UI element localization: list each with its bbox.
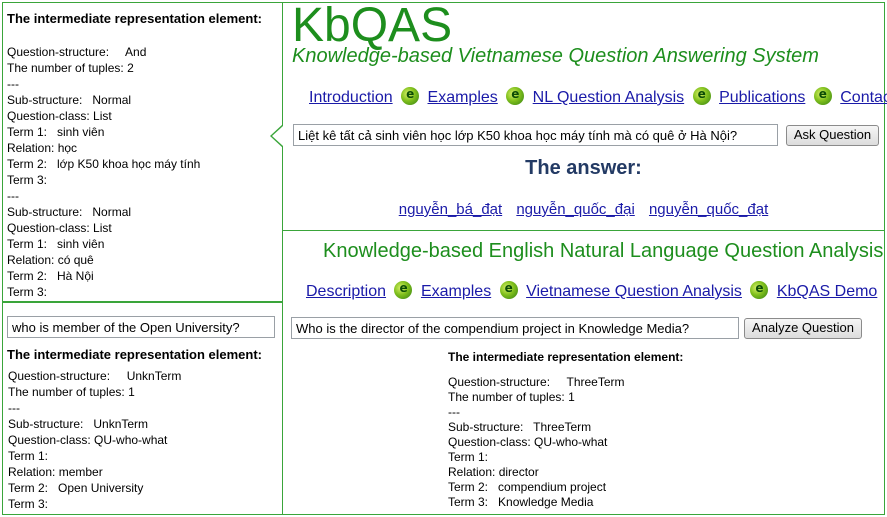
- english-ir-side-panel: who is member of the Open University? Th…: [2, 302, 283, 515]
- e-bullet-icon: [750, 281, 769, 299]
- nav-publications[interactable]: Publications: [719, 89, 805, 106]
- kbqas-nav: Introduction Examples NL Question Analys…: [309, 87, 887, 107]
- question-input[interactable]: Liệt kê tất cả sinh viên học lớp K50 kho…: [293, 124, 778, 146]
- kbqas-subtitle: Knowledge-based Vietnamese Question Answ…: [292, 45, 819, 67]
- answer-list: nguyễn_bá_đạt nguyễn_quốc_đại nguyễn_quố…: [283, 201, 884, 218]
- ask-question-button[interactable]: Ask Question: [786, 125, 879, 146]
- nav-introduction[interactable]: Introduction: [309, 89, 393, 106]
- vietnamese-ir-panel: The intermediate representation element:…: [2, 2, 283, 302]
- nav-nl-question-analysis[interactable]: NL Question Analysis: [533, 89, 684, 106]
- ir-title: The intermediate representation element:: [448, 350, 684, 364]
- english-question-input[interactable]: Who is the director of the compendium pr…: [291, 317, 739, 339]
- ir-details: Question-structure: And The number of tu…: [7, 45, 201, 299]
- nav-examples[interactable]: Examples: [428, 89, 498, 106]
- nav-description[interactable]: Description: [306, 283, 386, 300]
- ir-title: The intermediate representation element:: [7, 347, 263, 362]
- nav-kbqas-demo[interactable]: KbQAS Demo: [777, 283, 877, 300]
- nav-examples[interactable]: Examples: [421, 283, 491, 300]
- nav-contact[interactable]: Contact: [840, 89, 887, 106]
- english-analysis-panel: Knowledge-based English Natural Language…: [282, 230, 885, 515]
- nav-vietnamese-question-analysis[interactable]: Vietnamese Question Analysis: [526, 283, 742, 300]
- ir-title: The intermediate representation element:: [7, 11, 263, 26]
- e-bullet-icon: [813, 87, 832, 105]
- side-question-input[interactable]: who is member of the Open University?: [7, 316, 275, 338]
- kbqas-panel: KbQAS Knowledge-based Vietnamese Questio…: [270, 0, 887, 231]
- e-bullet-icon: [692, 87, 711, 105]
- e-bullet-icon: [401, 87, 420, 105]
- ir-details: Question-structure: UnknTerm The number …: [8, 369, 182, 511]
- e-bullet-icon: [394, 281, 413, 299]
- e-bullet-icon: [499, 281, 518, 299]
- answer-link[interactable]: nguyễn_quốc_đại: [516, 201, 634, 218]
- section-title: Knowledge-based English Natural Language…: [323, 240, 884, 262]
- answer-link[interactable]: nguyễn_bá_đạt: [399, 201, 502, 218]
- ir-details: Question-structure: ThreeTerm The number…: [448, 375, 625, 509]
- answer-link[interactable]: nguyễn_quốc_đạt: [649, 201, 768, 218]
- answer-heading: The answer:: [525, 157, 642, 179]
- e-bullet-icon: [506, 87, 525, 105]
- analyze-question-button[interactable]: Analyze Question: [744, 318, 862, 339]
- english-nav: Description Examples Vietnamese Question…: [306, 281, 877, 301]
